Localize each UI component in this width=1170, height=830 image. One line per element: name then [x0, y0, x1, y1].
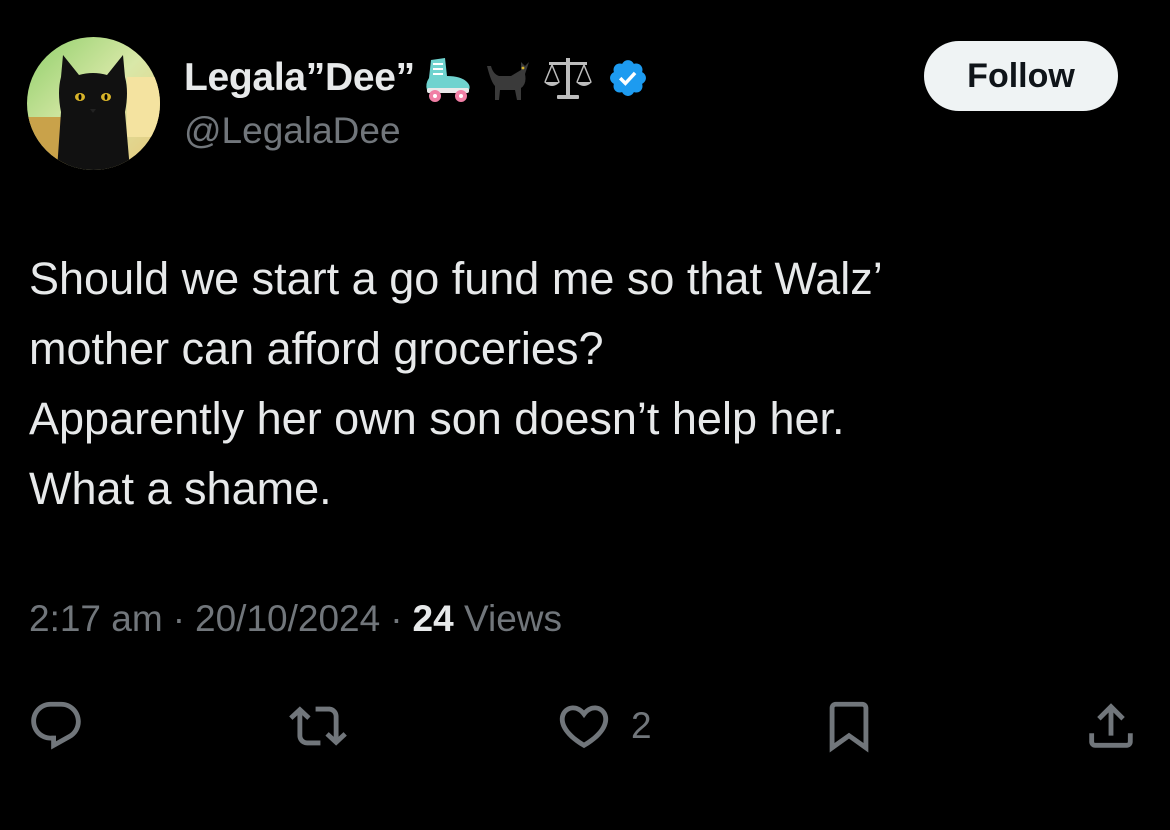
tweet-meta: 2:17 am · 20/10/2024 · 24 Views	[29, 598, 562, 640]
scales-emoji	[541, 52, 595, 104]
tweet-text-line: Should we start a go fund me so that Wal…	[29, 253, 883, 304]
reply-button[interactable]	[27, 696, 85, 756]
retweet-button[interactable]	[289, 696, 347, 756]
tweet-text-line: What a shame.	[29, 463, 332, 514]
tweet-date[interactable]: 20/10/2024	[195, 598, 380, 639]
meta-separator: ·	[390, 598, 403, 639]
verified-badge-icon[interactable]	[607, 57, 649, 99]
share-icon	[1089, 703, 1133, 748]
reply-icon	[31, 701, 81, 750]
tweet-text-line: Apparently her own son doesn’t help her.	[29, 393, 845, 444]
avatar[interactable]	[27, 37, 160, 170]
share-button[interactable]	[1082, 696, 1140, 756]
roller-skate-emoji	[421, 52, 475, 104]
views-count[interactable]: 24	[413, 598, 454, 639]
bookmark-icon	[829, 701, 869, 753]
like-count: 2	[631, 705, 652, 746]
black-cat-avatar-image	[27, 37, 160, 170]
retweet-icon	[289, 706, 347, 746]
tweet-time[interactable]: 2:17 am	[29, 598, 163, 639]
bookmark-button[interactable]	[820, 696, 878, 756]
tweet-text-line: mother can afford groceries?	[29, 323, 604, 374]
meta-separator: ·	[172, 598, 186, 639]
tweet-text: Should we start a go fund me so that Wal…	[29, 244, 1139, 524]
author-handle[interactable]: @LegalaDee	[184, 110, 401, 152]
author-name-row: Legala”Dee”	[184, 52, 649, 104]
black-cat-emoji	[481, 52, 535, 104]
follow-button[interactable]: Follow	[924, 41, 1118, 111]
views-label[interactable]: Views	[464, 598, 562, 639]
author-display-name[interactable]: Legala”Dee”	[184, 56, 415, 100]
heart-icon	[559, 705, 609, 749]
like-button[interactable]: 2	[555, 696, 652, 756]
